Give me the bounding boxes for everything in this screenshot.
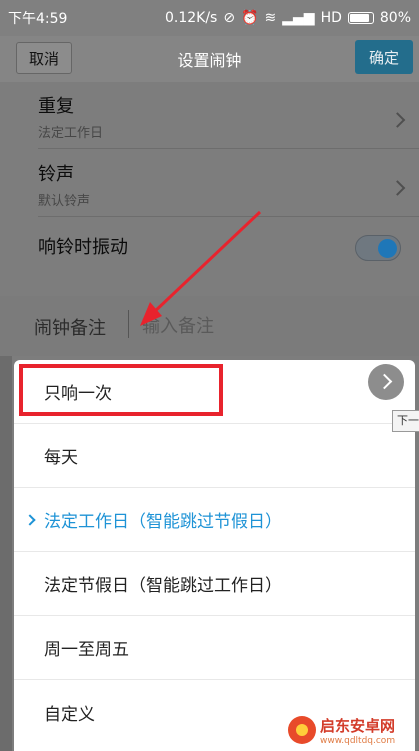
status-bar: 下午4:59 0.12K/s ⊘ ⏰ ≋ ▂▄▆ HD 80% (0, 0, 419, 36)
watermark-name: 启东安卓网 (320, 716, 396, 735)
tooltip: 下一 (392, 410, 419, 432)
option-label: 法定工作日（智能跳过节假日） (44, 512, 282, 532)
settings-list: 重复 法定工作日 铃声 默认铃声 响铃时振动 (0, 82, 419, 296)
watermark-logo-icon (288, 716, 316, 744)
option-holidays[interactable]: 法定节假日（智能跳过工作日） (14, 552, 415, 616)
option-weekdays[interactable]: 周一至周五 (14, 616, 415, 680)
divider (128, 310, 129, 338)
option-daily[interactable]: 每天 (14, 424, 415, 488)
option-label: 只响一次 (44, 384, 112, 404)
option-label: 周一至周五 (44, 640, 129, 660)
note-label: 闹钟备注 (34, 318, 106, 339)
status-time: 下午4:59 (8, 11, 68, 27)
network-type: HD (320, 10, 342, 26)
option-workdays[interactable]: 法定工作日（智能跳过节假日） (14, 488, 415, 552)
confirm-button[interactable]: 确定 (355, 40, 413, 74)
option-label: 每天 (44, 448, 78, 468)
battery-level: 80% (379, 10, 411, 26)
repeat-row[interactable]: 重复 法定工作日 (0, 92, 419, 148)
divider (38, 148, 419, 149)
chevron-right-icon (24, 513, 36, 526)
header-bar: 取消 设置闹钟 确定 (0, 36, 419, 82)
cancel-button[interactable]: 取消 (16, 42, 72, 74)
ringtone-value: 默认铃声 (38, 194, 91, 209)
vibrate-row: 响铃时振动 (0, 228, 419, 268)
note-row: 闹钟备注 (0, 296, 419, 356)
page-title: 设置闹钟 (177, 51, 242, 70)
option-once[interactable]: 只响一次 (14, 360, 415, 424)
note-input[interactable] (142, 312, 362, 340)
battery-icon (347, 12, 374, 24)
ringtone-row[interactable]: 铃声 默认铃声 (0, 160, 419, 216)
option-label: 法定节假日（智能跳过工作日） (44, 576, 282, 596)
alarm-icon: ⏰ (241, 10, 259, 26)
option-label: 自定义 (44, 704, 95, 725)
vibrate-toggle[interactable] (355, 235, 401, 261)
background-edge (0, 356, 12, 751)
repeat-label: 重复 (38, 96, 74, 117)
ringtone-label: 铃声 (38, 164, 74, 185)
signal-icon: ▂▄▆ (282, 10, 315, 26)
silent-icon: ⊘ (223, 10, 236, 26)
watermark-url: www.qdltdq.com (320, 735, 396, 746)
repeat-value: 法定工作日 (38, 126, 104, 141)
divider (38, 216, 419, 217)
watermark: 启东安卓网 www.qdltdq.com (288, 710, 416, 750)
wifi-icon: ≋ (264, 10, 277, 26)
network-speed: 0.12K/s (164, 10, 218, 26)
status-indicators: 0.12K/s ⊘ ⏰ ≋ ▂▄▆ HD 80% (165, 10, 411, 26)
next-arrow-button[interactable] (368, 364, 404, 400)
repeat-options-menu: 只响一次 每天 法定工作日（智能跳过节假日） 法定节假日（智能跳过工作日） 周一… (14, 360, 415, 751)
